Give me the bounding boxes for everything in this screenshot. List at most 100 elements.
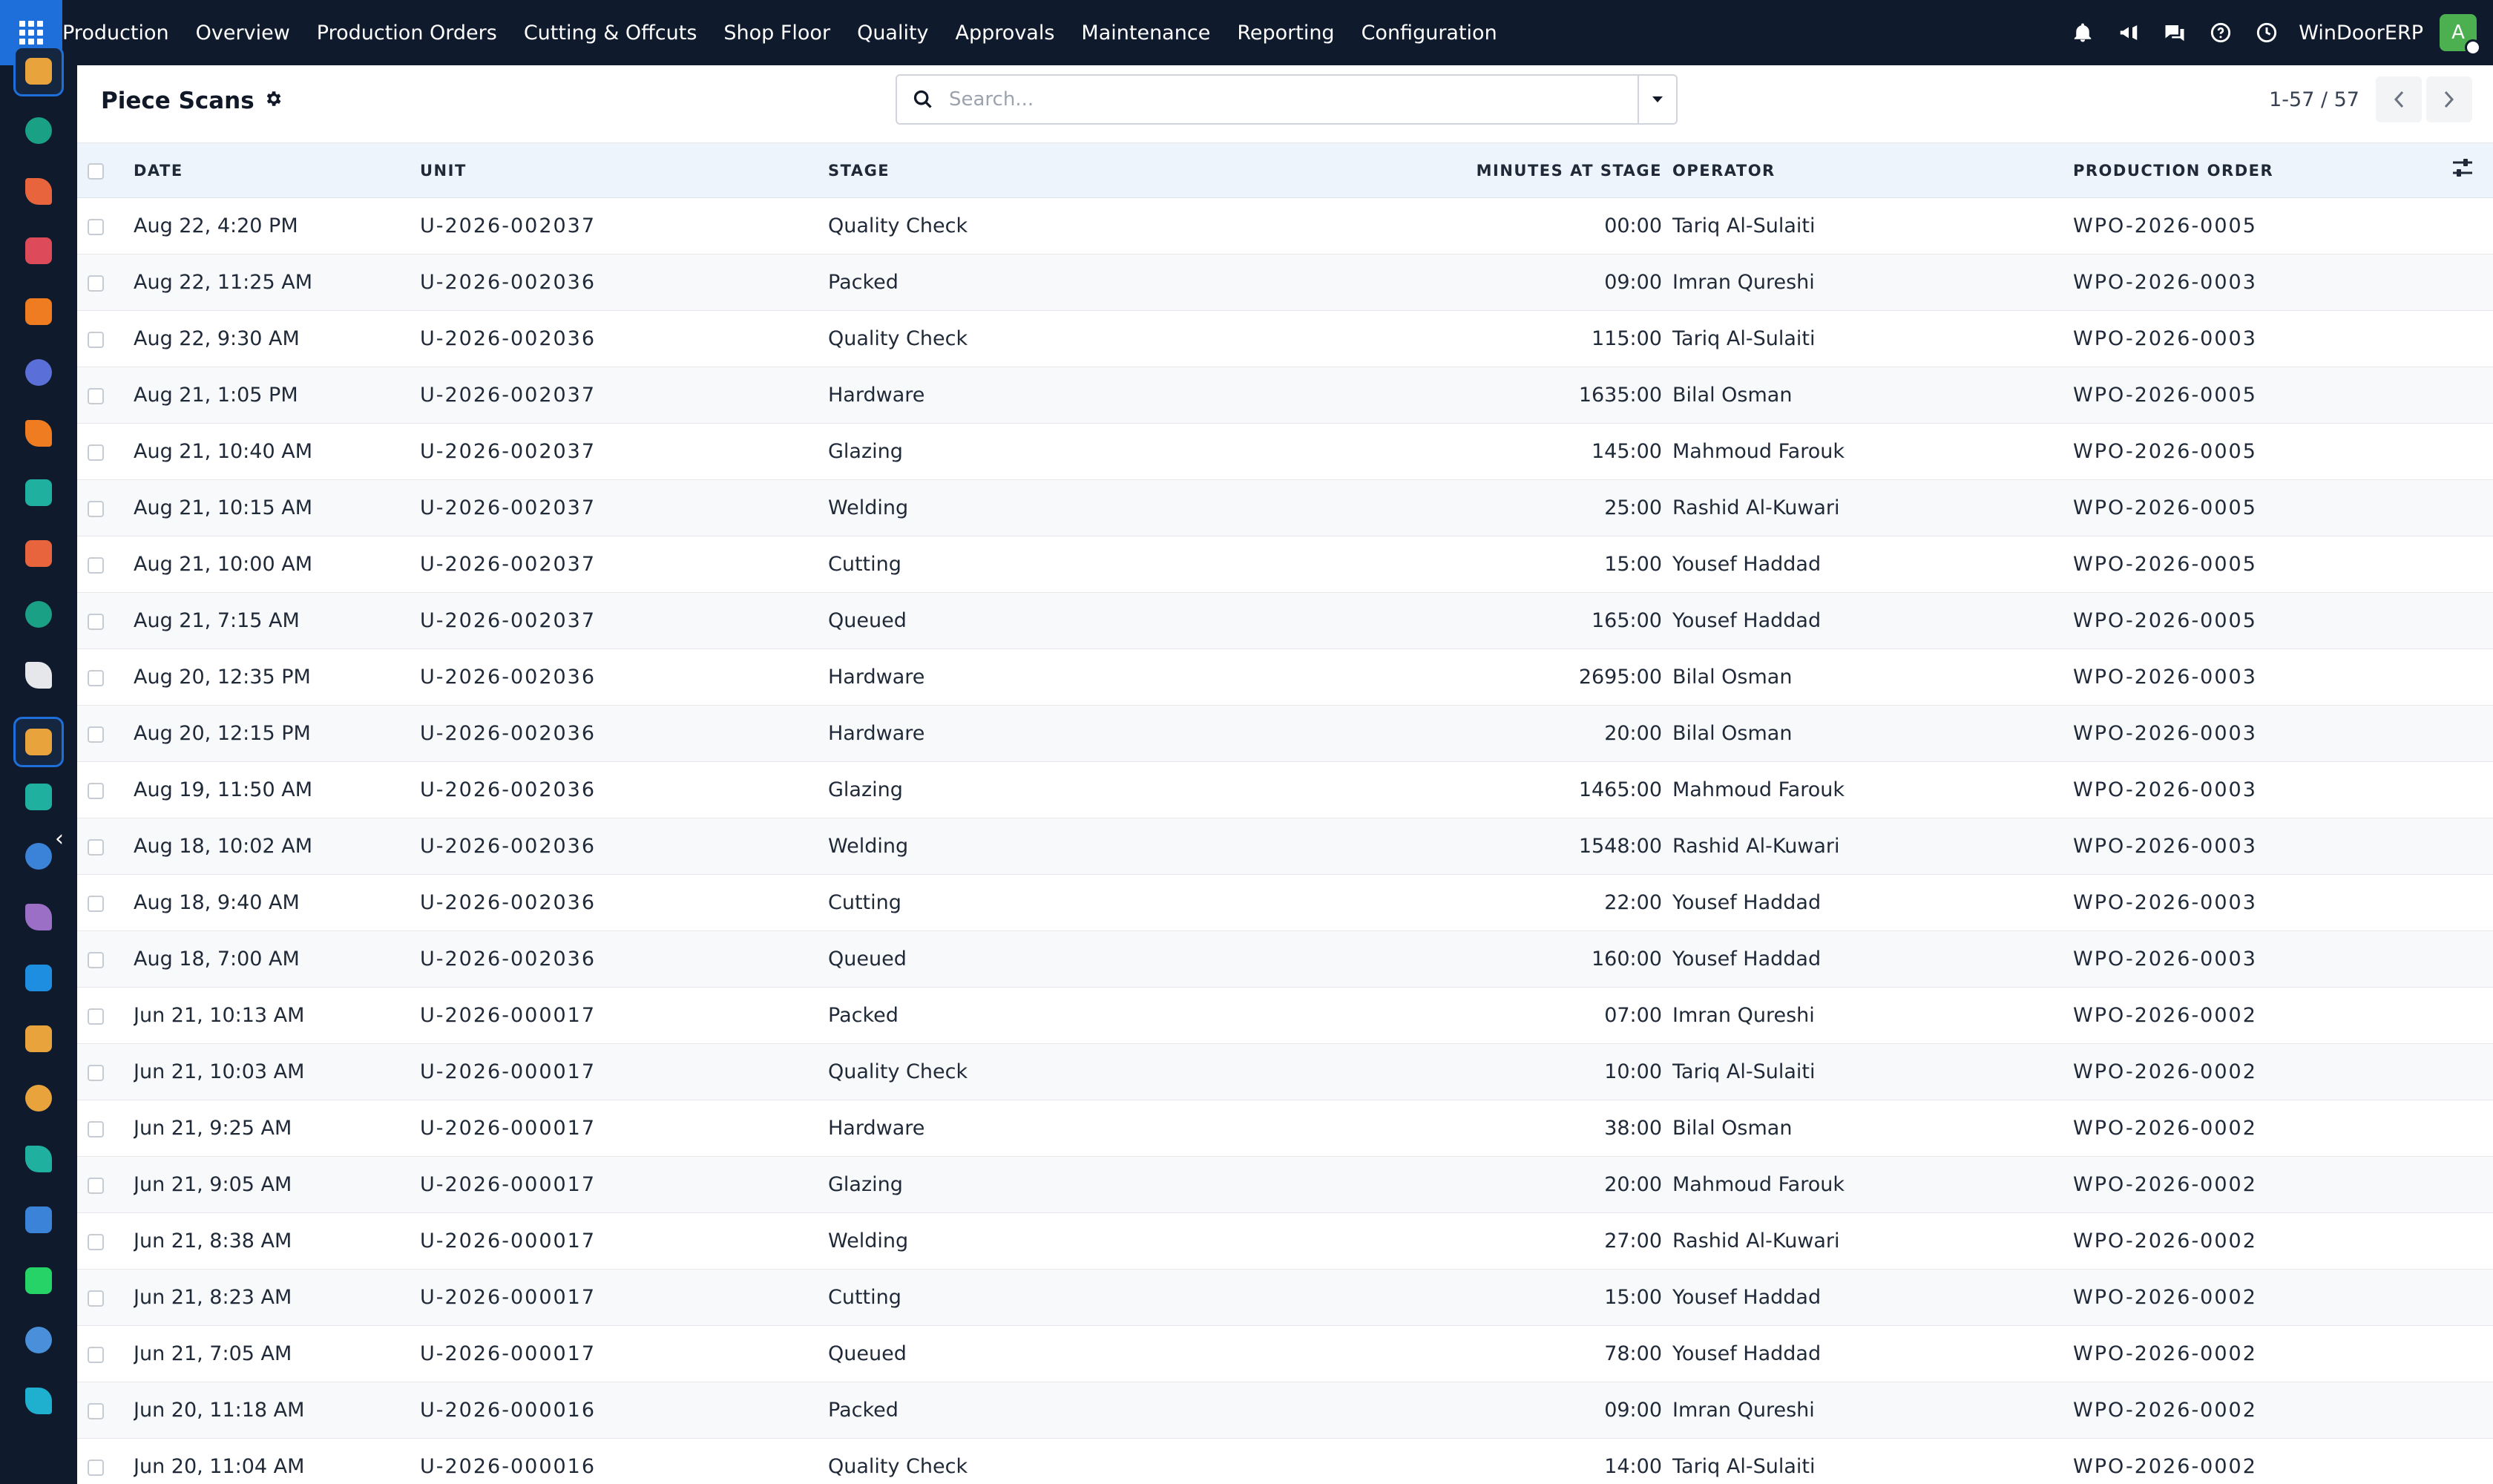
table-row[interactable]: Aug 22, 4:20 PM U-2026-002037 Quality Chec… [77, 198, 2493, 255]
table-row[interactable]: Jun 21, 10:13 AM U-2026-000017 Packed 07:00… [77, 988, 2493, 1044]
table-row[interactable]: Aug 21, 10:15 AM U-2026-002037 Welding 25:0… [77, 479, 2493, 536]
table-row[interactable]: Aug 21, 10:00 AM U-2026-002037 Cutting 15:0… [77, 536, 2493, 593]
pager-previous-button[interactable] [2376, 76, 2422, 122]
menu-cutting-offcuts[interactable]: Cutting & Offcuts [510, 0, 711, 65]
table-row[interactable]: Jun 21, 8:23 AM U-2026-000017 Cutting 15:00… [77, 1269, 2493, 1326]
row-checkbox[interactable] [88, 1064, 104, 1081]
whatsapp-app-icon[interactable] [13, 1255, 64, 1306]
helpdesk-app-icon[interactable] [13, 1376, 64, 1426]
table-row[interactable]: Aug 21, 1:05 PM U-2026-002037 Hardware 1635… [77, 367, 2493, 424]
table-row[interactable]: Aug 18, 7:00 AM U-2026-002036 Queued 160:00… [77, 930, 2493, 988]
avatar[interactable]: A [2440, 14, 2481, 56]
bell-icon[interactable] [2060, 0, 2106, 65]
pager-next-button[interactable] [2426, 76, 2472, 122]
help-icon[interactable] [2198, 0, 2244, 65]
table-row[interactable]: Aug 19, 11:50 AM U-2026-002036 Glazing 1465… [77, 762, 2493, 818]
analytics-app-icon[interactable] [13, 528, 64, 579]
row-checkbox[interactable] [88, 1120, 104, 1137]
row-checkbox[interactable] [88, 275, 104, 292]
menu-reporting[interactable]: Reporting [1223, 0, 1347, 65]
product-app-icon[interactable] [13, 650, 64, 700]
menu-approvals[interactable]: Approvals [942, 0, 1068, 65]
row-checkbox[interactable] [88, 1290, 104, 1307]
table-row[interactable]: Jun 21, 8:38 AM U-2026-000017 Welding 27:00… [77, 1213, 2493, 1270]
table-row[interactable]: Aug 20, 12:15 PM U-2026-002036 Hardware 20:… [77, 705, 2493, 762]
row-checkbox[interactable] [88, 838, 104, 856]
table-row[interactable]: Jun 21, 9:25 AM U-2026-000017 Hardware 38:0… [77, 1100, 2493, 1157]
column-header-stage[interactable]: STAGE [828, 143, 1324, 198]
quality-app-icon[interactable] [13, 772, 64, 822]
inventory-app-icon[interactable] [13, 467, 64, 518]
row-checkbox[interactable] [88, 1008, 104, 1025]
sidebar-collapse-chevron-icon[interactable]: ‹ [46, 825, 73, 852]
column-header-date[interactable]: DATE [134, 143, 420, 198]
production-app-icon-2[interactable] [13, 717, 64, 767]
row-checkbox[interactable] [88, 782, 104, 799]
pager-value[interactable]: 1-57 / 57 [2269, 88, 2359, 111]
dashboard-app-icon[interactable] [13, 226, 64, 276]
company-name[interactable]: WinDoorERP [2290, 22, 2440, 45]
discuss-app-icon[interactable] [13, 286, 64, 337]
calendar-app-icon[interactable] [13, 1073, 64, 1123]
mail-app-icon[interactable] [13, 347, 64, 398]
row-checkbox[interactable] [88, 387, 104, 404]
clock-icon[interactable] [2244, 0, 2290, 65]
table-row[interactable]: Aug 18, 10:02 AM U-2026-002036 Welding 1548… [77, 818, 2493, 875]
gear-icon[interactable] [263, 89, 283, 114]
team-app-icon[interactable] [13, 1014, 64, 1064]
row-checkbox[interactable] [88, 500, 104, 517]
table-row[interactable]: Aug 18, 9:40 AM U-2026-002036 Cutting 22:00… [77, 875, 2493, 931]
column-header-minutes[interactable]: MINUTES AT STAGE [1324, 143, 1672, 198]
livechat-app-icon[interactable] [13, 408, 64, 459]
row-checkbox[interactable] [88, 1402, 104, 1419]
table-row[interactable]: Jun 21, 10:03 AM U-2026-000017 Quality Che… [77, 1043, 2493, 1100]
megaphone-icon[interactable] [2106, 0, 2152, 65]
reporting-app-icon[interactable] [13, 166, 64, 217]
row-checkbox[interactable] [88, 1459, 104, 1476]
row-checkbox[interactable] [88, 331, 104, 348]
table-row[interactable]: Aug 21, 7:15 AM U-2026-002037 Queued 165:00… [77, 592, 2493, 649]
employees-app-icon[interactable] [13, 589, 64, 640]
row-checkbox[interactable] [88, 951, 104, 968]
accounting-app-icon[interactable] [13, 953, 64, 1003]
menu-shop-floor[interactable]: Shop Floor [710, 0, 844, 65]
production-app-icon[interactable] [13, 46, 64, 96]
website-app-icon[interactable] [13, 1195, 64, 1245]
row-checkbox[interactable] [88, 1233, 104, 1250]
table-row[interactable]: Jun 21, 7:05 AM U-2026-000017 Queued 78:00 Y… [77, 1326, 2493, 1382]
row-checkbox[interactable] [88, 613, 104, 630]
row-checkbox[interactable] [88, 726, 104, 743]
table-row[interactable]: Aug 22, 11:25 AM U-2026-002036 Packed 09:00… [77, 254, 2493, 311]
menu-production-orders[interactable]: Production Orders [303, 0, 510, 65]
table-row[interactable]: Jun 21, 9:05 AM U-2026-000017 Glazing 20:00… [77, 1156, 2493, 1213]
table-row[interactable]: Aug 20, 12:35 PM U-2026-002036 Hardware 269… [77, 649, 2493, 706]
table-row[interactable]: Aug 21, 10:40 AM U-2026-002037 Glazing 145:… [77, 424, 2493, 480]
packages-app-icon[interactable] [13, 892, 64, 942]
row-checkbox[interactable] [88, 1177, 104, 1194]
column-header-production-order[interactable]: PRODUCTION ORDER [2073, 143, 2392, 198]
search-input[interactable] [949, 88, 1638, 111]
column-header-unit[interactable]: UNIT [420, 143, 828, 198]
row-checkbox[interactable] [88, 556, 104, 574]
search-options-toggle[interactable] [1638, 76, 1676, 123]
menu-quality[interactable]: Quality [844, 0, 942, 65]
chat-icon[interactable] [2152, 0, 2198, 65]
row-checkbox[interactable] [88, 444, 104, 461]
app-brand[interactable]: Production [62, 0, 183, 65]
table-row[interactable]: Jun 20, 11:04 AM U-2026-000016 Quality Che… [77, 1439, 2493, 1484]
planning-app-icon[interactable] [13, 1315, 64, 1365]
row-checkbox[interactable] [88, 218, 104, 235]
menu-maintenance[interactable]: Maintenance [1068, 0, 1223, 65]
sliders-icon[interactable] [2451, 157, 2474, 183]
menu-overview[interactable]: Overview [183, 0, 303, 65]
contacts-app-icon[interactable] [13, 105, 64, 156]
row-checkbox[interactable] [88, 895, 104, 912]
menu-configuration[interactable]: Configuration [1348, 0, 1511, 65]
table-row[interactable]: Jun 20, 11:18 AM U-2026-000016 Packed 09:00… [77, 1382, 2493, 1439]
row-checkbox[interactable] [88, 1346, 104, 1363]
row-checkbox[interactable] [88, 669, 104, 686]
column-header-operator[interactable]: OPERATOR [1672, 143, 2073, 198]
table-row[interactable]: Aug 22, 9:30 AM U-2026-002036 Quality Chec… [77, 311, 2493, 367]
sign-app-icon[interactable] [13, 1134, 64, 1184]
select-all-checkbox[interactable] [88, 162, 104, 180]
